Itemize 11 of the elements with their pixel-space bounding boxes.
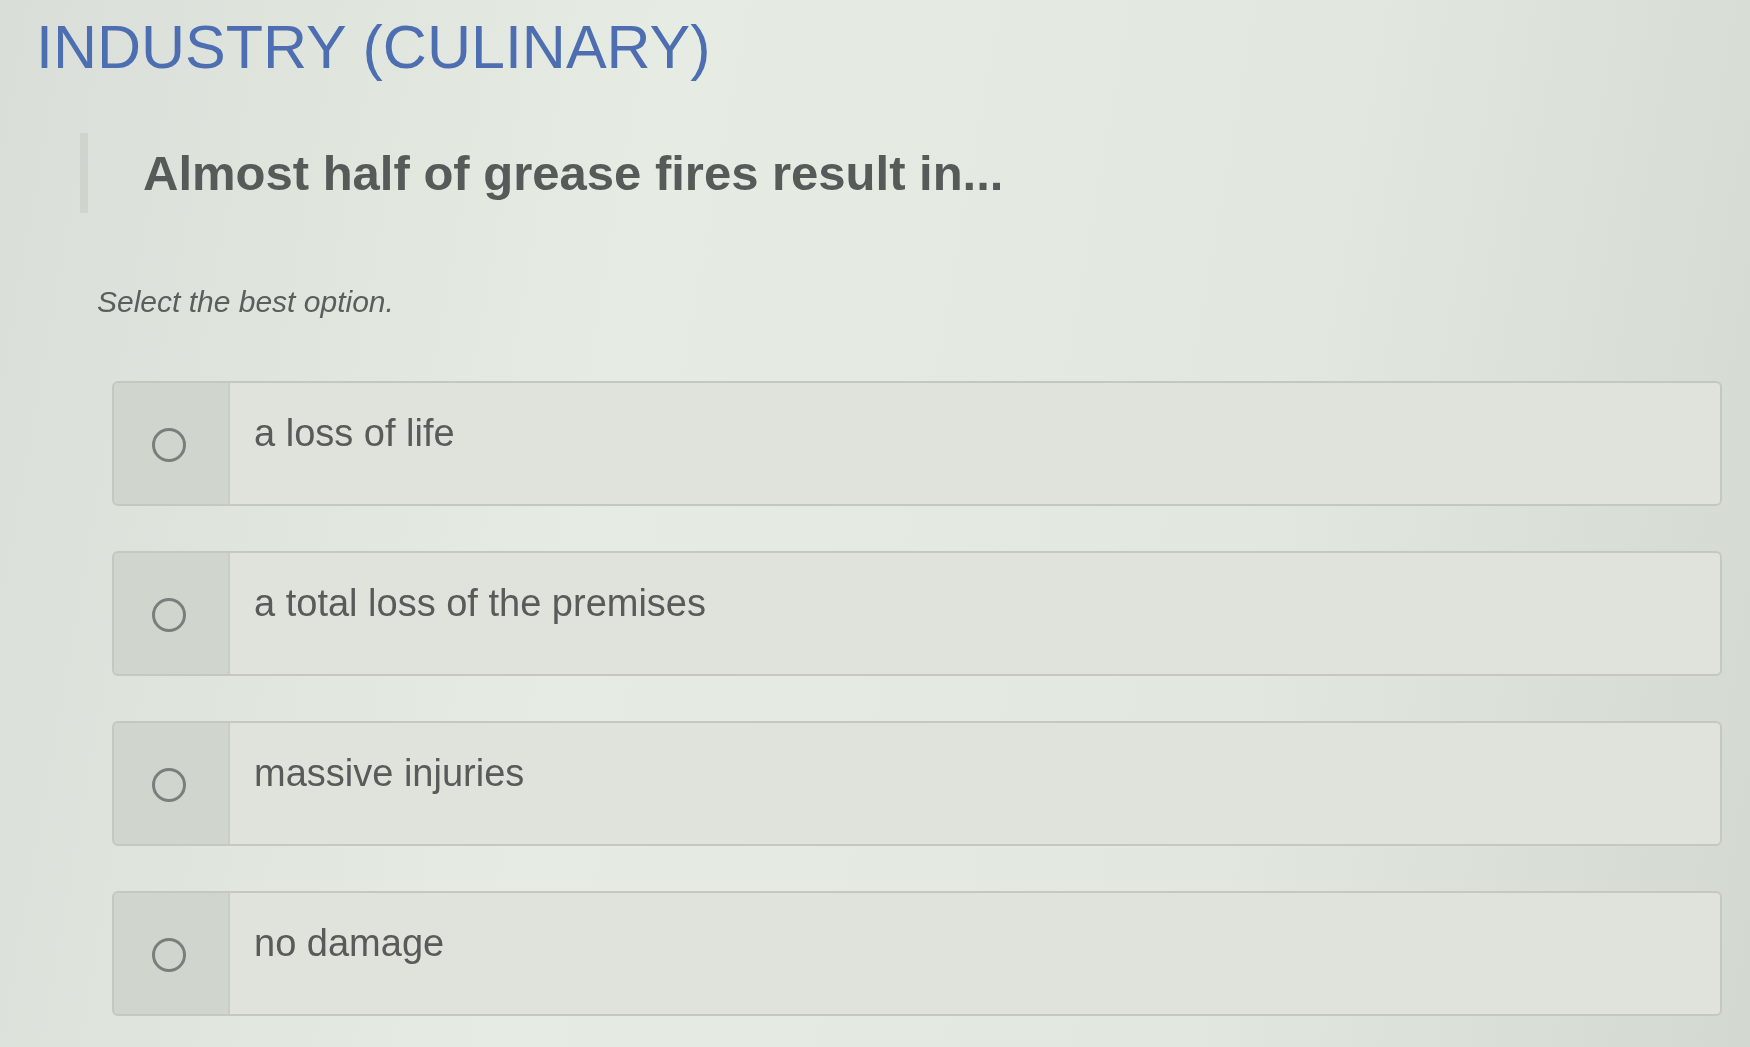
question-text: Almost half of grease fires result in... [143,145,1004,202]
answer-option[interactable]: no damage [112,891,1722,1017]
answer-option[interactable]: a total loss of the premises [112,551,1722,677]
radio-button[interactable] [152,768,186,803]
answer-option[interactable]: a loss of life [112,381,1722,507]
radio-button[interactable] [152,598,186,633]
instruction-text: Select the best option. [97,285,394,320]
answer-option[interactable]: massive injuries [112,721,1722,847]
radio-button[interactable] [152,428,186,463]
course-title: INDUSTRY (CULINARY) [36,14,711,82]
radio-button[interactable] [152,938,186,973]
